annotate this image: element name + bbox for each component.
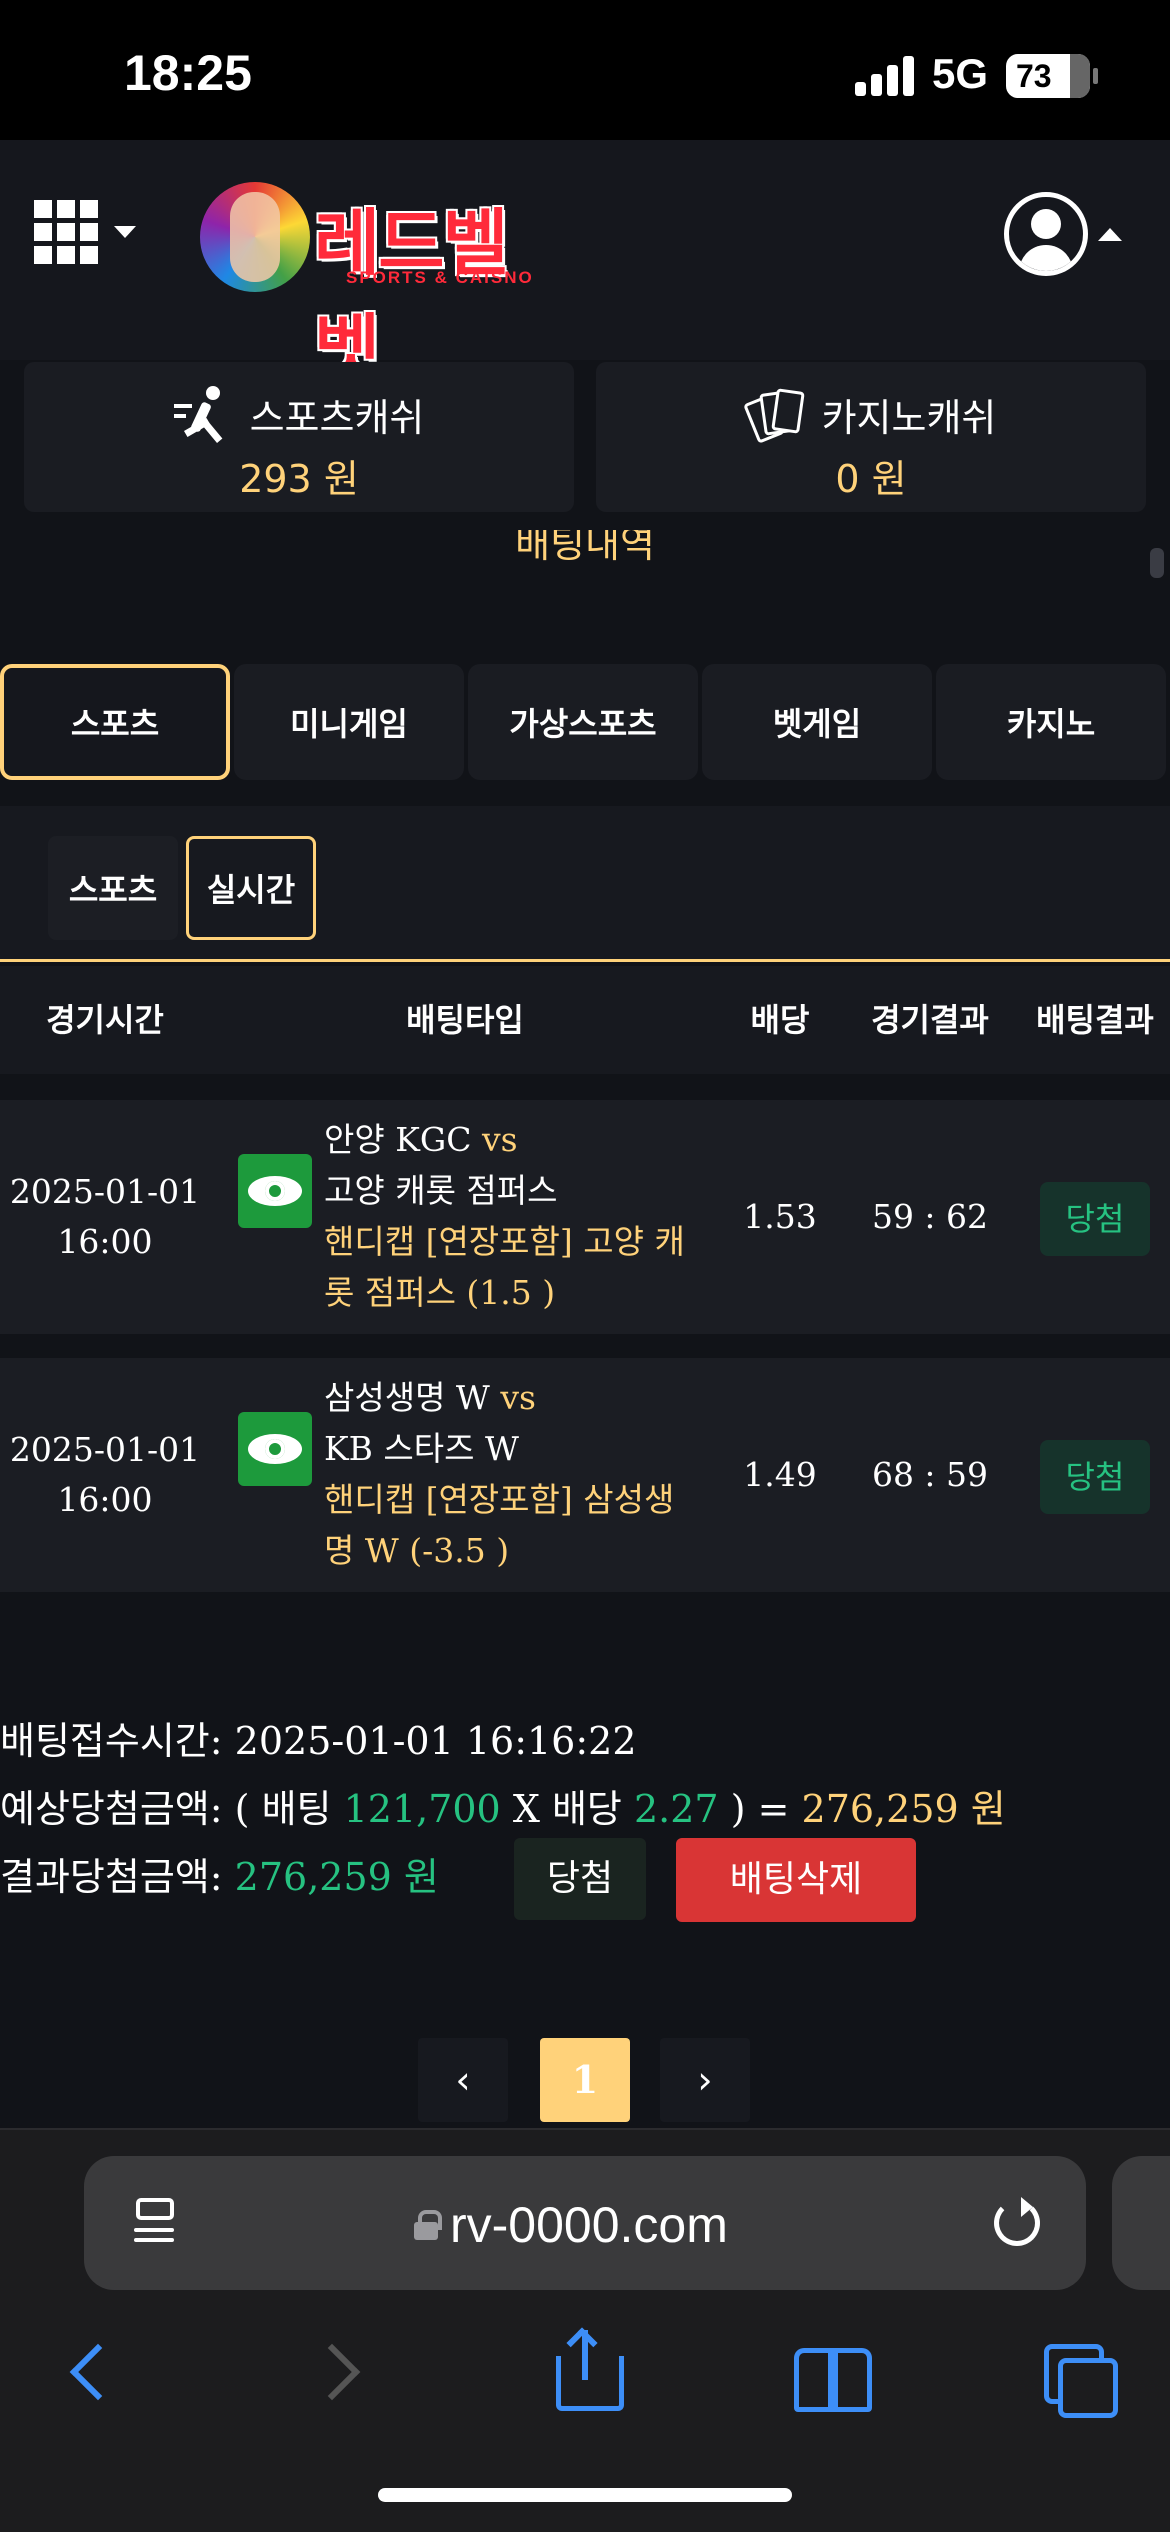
reader-icon[interactable]	[134, 2198, 178, 2248]
match-hour: 16:00	[57, 1480, 153, 1519]
back-icon[interactable]	[62, 2330, 112, 2410]
chevron-down-icon[interactable]	[114, 226, 136, 238]
match-hour: 16:00	[57, 1222, 153, 1261]
page-title: 배팅내역	[515, 530, 655, 566]
casino-cash-value: 0 원	[835, 457, 907, 501]
signal-icon	[855, 56, 915, 96]
bet-amount: 121,700	[343, 1787, 501, 1831]
url-text[interactable]: rv-0000.com	[450, 2196, 728, 2254]
site-header: 레드벨벳 SPORTS & CAISNO	[0, 140, 1170, 390]
vs-label: vs	[500, 1378, 536, 1417]
match-score: 68 : 59	[871, 1455, 989, 1494]
bet-pick: 핸디캡 [연장포함] 삼성생명 W (-3.5 )	[324, 1480, 675, 1570]
received-value: 2025-01-01 16:16:22	[234, 1719, 637, 1763]
subtab-sports[interactable]: 스포츠	[48, 836, 178, 940]
match-date: 2025-01-01	[9, 1430, 201, 1469]
status-time: 18:25	[124, 45, 252, 101]
bet-type: 안양 KGC vs 고양 캐롯 점퍼스 핸디캡 [연장포함] 고양 캐롯 점퍼스…	[324, 1114, 704, 1318]
next-tab-address-bar[interactable]	[1112, 2156, 1170, 2290]
col-match-result: 경기결과	[871, 1001, 989, 1039]
network-label: 5G	[932, 50, 989, 97]
match-time: 2025-01-01 16:00	[0, 1358, 210, 1592]
category-tabs: 스포츠 미니게임 가상스포츠 벳게임 카지노	[0, 664, 1170, 782]
received-label: 배팅접수시간:	[0, 1719, 223, 1763]
tab-casino[interactable]: 카지노	[936, 664, 1166, 780]
scrollbar-thumb[interactable]	[1150, 548, 1164, 578]
bet-type: 삼성생명 W vs KB 스타즈 W 핸디캡 [연장포함] 삼성생명 W (-3…	[324, 1372, 704, 1576]
cards-icon	[742, 384, 808, 444]
address-bar[interactable]: rv-0000.com	[84, 2156, 1086, 2290]
result-badge: 당첨	[1040, 1440, 1150, 1514]
delete-bet-button[interactable]: 배팅삭제	[676, 1838, 916, 1922]
match-time: 2025-01-01 16:00	[0, 1100, 210, 1334]
odds-value: 1.49	[743, 1455, 817, 1494]
col-match-time: 경기시간	[46, 1001, 164, 1039]
next-page-button[interactable]: ›	[660, 2038, 750, 2122]
col-odds: 배당	[750, 1001, 810, 1039]
battery-level: 73	[1016, 58, 1052, 94]
equals-sign: ) =	[730, 1787, 790, 1831]
site-logo[interactable]: 레드벨벳 SPORTS & CAISNO	[196, 170, 568, 390]
tab-betgame[interactable]: 벳게임	[702, 664, 932, 780]
table-header: 경기시간 배팅타입 배당 경기결과 배팅결과	[0, 966, 1170, 1074]
result-label: 결과당첨금액:	[0, 1855, 223, 1899]
sub-tabs: 스포츠 실시간	[0, 806, 1170, 962]
eye-icon[interactable]	[238, 1412, 312, 1486]
bet-pick: 핸디캡 [연장포함] 고양 캐롯 점퍼스 (1.5 )	[324, 1222, 685, 1312]
expected-open: ( 배팅	[234, 1787, 332, 1831]
bookmarks-icon[interactable]	[794, 2330, 872, 2412]
menu-grid-icon[interactable]	[34, 200, 98, 264]
home-team: 삼성생명 W	[324, 1378, 490, 1417]
table-row: 2025-01-01 16:00 삼성생명 W vs KB 스타즈 W 핸디캡 …	[0, 1358, 1170, 1592]
lock-icon	[414, 2210, 442, 2240]
logo-subtitle: SPORTS & CAISNO	[346, 268, 534, 287]
tab-sports[interactable]: 스포츠	[0, 664, 230, 780]
share-icon[interactable]	[552, 2327, 624, 2411]
runner-icon	[173, 384, 236, 444]
times-odds-label: X 배당	[512, 1787, 622, 1831]
expected-label: 예상당첨금액:	[0, 1787, 223, 1831]
status-bar: 18:25 5G 73	[0, 0, 1170, 140]
col-bet-result: 배팅결과	[1036, 1001, 1154, 1039]
expected-win-line: 예상당첨금액: ( 배팅 121,700 X 배당 2.27 ) = 276,2…	[0, 1778, 1006, 1833]
casino-cash-card: 카지노캐쉬 0 원	[596, 362, 1146, 512]
received-time-line: 배팅접수시간: 2025-01-01 16:16:22	[0, 1710, 637, 1765]
col-bet-type: 배팅타입	[406, 1001, 524, 1039]
match-date: 2025-01-01	[9, 1172, 201, 1211]
result-badge: 당첨	[1040, 1182, 1150, 1256]
odds-value: 1.53	[743, 1197, 817, 1236]
subtab-live[interactable]: 실시간	[186, 836, 316, 940]
home-indicator[interactable]	[378, 2488, 792, 2502]
chevron-up-icon[interactable]	[1098, 228, 1122, 241]
win-status-button[interactable]: 당첨	[514, 1838, 646, 1920]
tab-virtual-sports[interactable]: 가상스포츠	[468, 664, 698, 780]
logo-badge-image	[200, 182, 310, 292]
sports-cash-card: 스포츠캐쉬 293 원	[24, 362, 574, 512]
away-team: 고양 캐롯 점퍼스	[324, 1171, 558, 1210]
reload-icon[interactable]	[994, 2197, 1040, 2246]
sports-cash-value: 293 원	[239, 457, 359, 501]
tabs-icon[interactable]	[1044, 2330, 1118, 2418]
expected-value: 276,259 원	[801, 1787, 1006, 1831]
eye-icon[interactable]	[238, 1154, 312, 1228]
battery-icon: 73	[1006, 54, 1098, 98]
away-team: KB 스타즈 W	[324, 1429, 519, 1468]
vs-label: vs	[481, 1120, 518, 1159]
sports-cash-label: 스포츠캐쉬	[249, 395, 425, 440]
table-row: 2025-01-01 16:00 안양 KGC vs 고양 캐롯 점퍼스 핸디캡…	[0, 1100, 1170, 1334]
prev-page-button[interactable]: ‹	[418, 2038, 508, 2122]
home-team: 안양 KGC	[324, 1120, 472, 1159]
user-avatar-icon[interactable]	[1004, 192, 1088, 276]
browser-toolbar: rv-0000.com	[0, 2128, 1170, 2532]
page-number-current[interactable]: 1	[540, 2038, 630, 2122]
forward-icon[interactable]	[312, 2330, 362, 2410]
match-score: 59 : 62	[871, 1197, 989, 1236]
result-win-line: 결과당첨금액: 276,259 원	[0, 1846, 439, 1901]
tab-minigame[interactable]: 미니게임	[234, 664, 464, 780]
casino-cash-label: 카지노캐쉬	[821, 395, 997, 440]
result-value: 276,259 원	[234, 1855, 439, 1899]
total-odds: 2.27	[633, 1787, 719, 1831]
